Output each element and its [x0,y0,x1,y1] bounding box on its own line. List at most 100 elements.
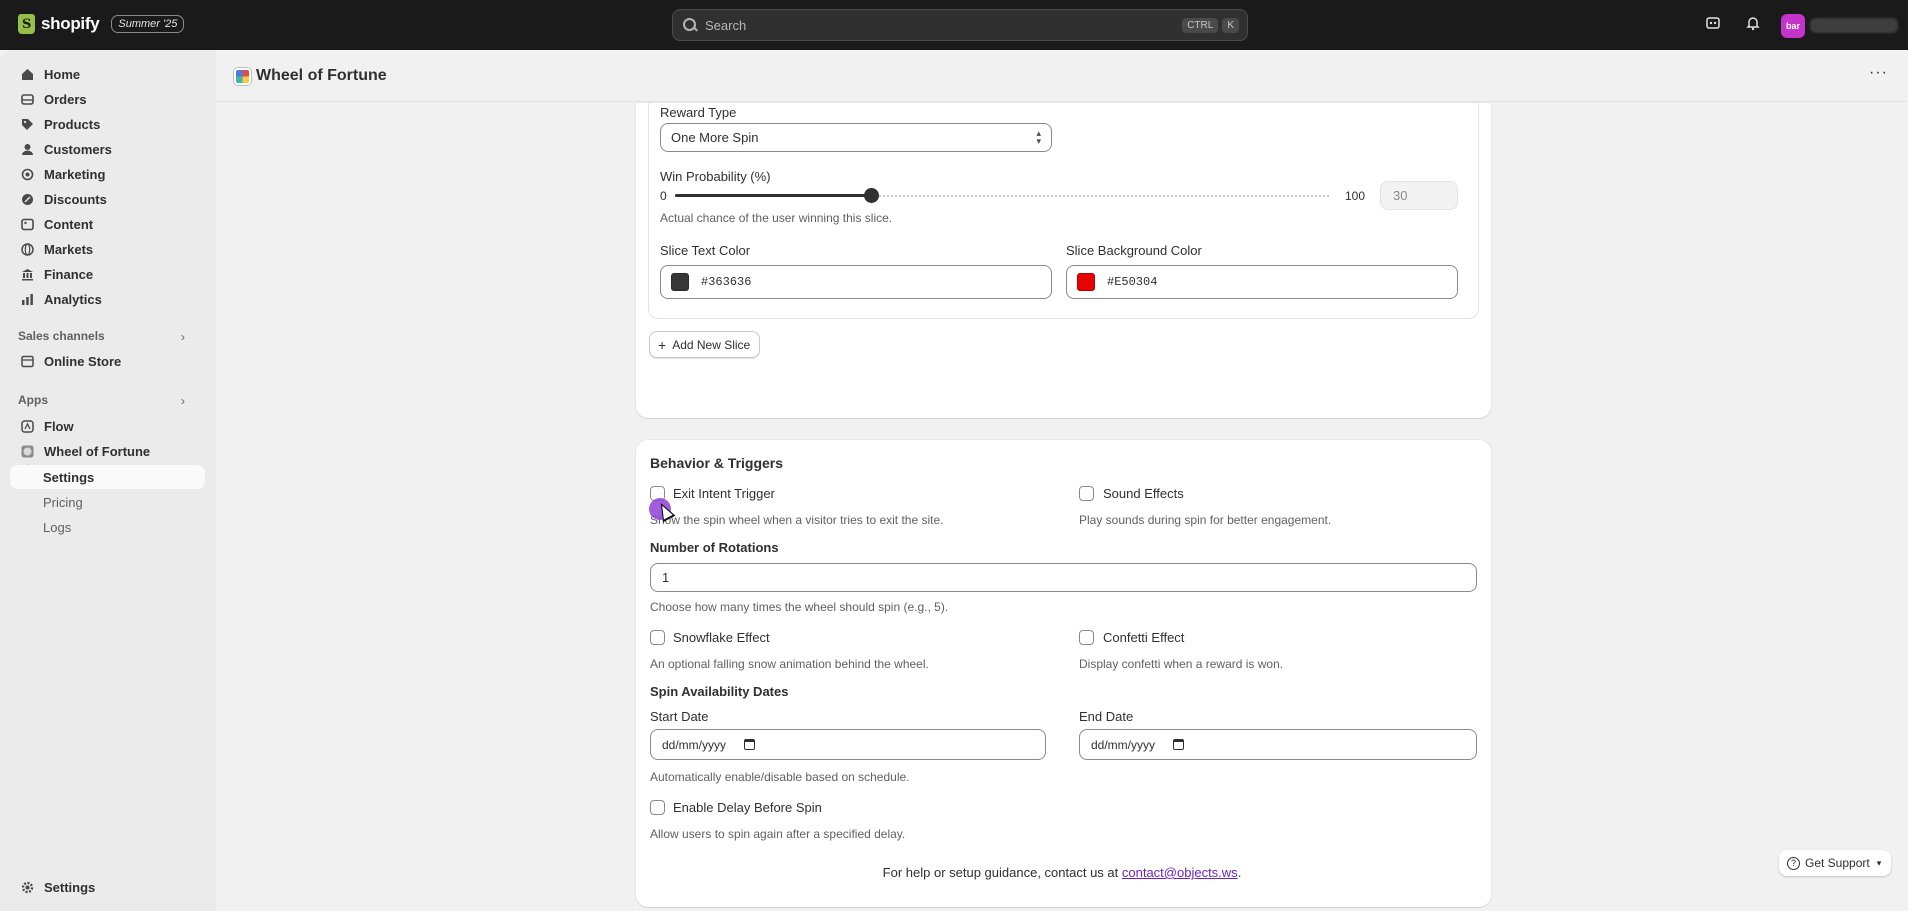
start-date-label: Start Date [650,709,709,724]
tag-icon [20,117,34,131]
nav-wheel-pricing[interactable]: Pricing [43,490,83,514]
wheel-app-icon [234,68,251,85]
nav-markets[interactable]: Markets [12,236,93,262]
win-probability-value[interactable]: 30 [1380,181,1458,210]
nav-wheel-settings[interactable]: Settings [10,465,205,489]
chevron-right-icon[interactable]: › [181,330,185,344]
nav-customers[interactable]: Customers [12,136,112,162]
end-date-label: End Date [1079,709,1134,724]
nav-label: Content [44,216,94,232]
exit-intent-label[interactable]: Exit Intent Trigger [673,486,775,501]
sound-effects-checkbox[interactable] [1079,486,1094,501]
nav-wheel-logs[interactable]: Logs [43,515,71,539]
search-bar[interactable]: Search CTRL K [672,9,1248,41]
delay-checkbox[interactable] [650,800,665,815]
bg-color-swatch[interactable] [1077,273,1095,291]
confetti-label[interactable]: Confetti Effect [1103,630,1184,645]
nav-flow[interactable]: Flow [12,413,74,439]
slice-editor: Reward Type One More Spin ▴ ▾ Win Probabi… [648,103,1479,319]
confetti-checkbox[interactable] [1079,630,1094,645]
nav-label: Wheel of Fortune [44,443,151,459]
snowflake-label[interactable]: Snowflake Effect [673,630,770,645]
sound-effects-label[interactable]: Sound Effects [1103,486,1184,501]
more-actions-icon[interactable]: ··· [1869,64,1888,82]
nav-online-store[interactable]: Online Store [12,348,121,374]
page-title: Wheel of Fortune [256,67,387,84]
bg-color-value: #E50304 [1107,275,1158,289]
behavior-content: Behavior & Triggers Exit Intent Trigger … [636,440,1491,857]
account-name-redacted[interactable] [1810,18,1898,33]
text-color-field[interactable]: #363636 [660,265,1052,299]
chevron-right-icon[interactable]: › [181,394,185,408]
slider-fill [675,194,872,197]
sidebar: Home Orders Products Customers Marketing… [0,50,216,911]
nav-label: Customers [44,141,112,157]
edition-badge[interactable]: Summer '25 [111,15,185,33]
rotations-help: Choose how many times the wheel should s… [650,600,949,614]
text-color-label: Slice Text Color [660,243,751,258]
reward-type-label: Reward Type [660,105,737,120]
bank-icon [20,267,34,281]
storefront-icon [20,354,34,368]
text-color-swatch[interactable] [671,273,689,291]
nav-label: Marketing [44,166,106,182]
add-new-slice-button[interactable]: + Add New Slice [649,331,761,358]
orders-icon [20,92,34,106]
sound-effects-help: Play sounds during spin for better engag… [1079,513,1332,527]
nav-analytics[interactable]: Analytics [12,286,102,312]
chart-icon [20,292,34,306]
bg-color-label: Slice Background Color [1066,243,1202,258]
dates-help: Automatically enable/disable based on sc… [650,770,910,784]
target-icon [20,167,34,181]
nav-content[interactable]: Content [12,211,93,237]
sales-channels-title[interactable]: Sales channels [18,329,105,343]
text-color-value: #363636 [701,275,752,289]
snowflake-help: An optional falling snow animation behin… [650,657,929,671]
calendar-icon[interactable] [1173,739,1185,750]
bg-color-field[interactable]: #E50304 [1066,265,1458,299]
plus-icon: + [658,336,667,353]
start-date-input[interactable]: dd/mm/yyyy [650,729,1046,760]
calendar-icon[interactable] [744,739,756,750]
win-probability-label: Win Probability (%) [660,169,771,184]
help-circle-icon: ? [1787,856,1800,870]
top-bar: shopify Summer '25 Search CTRL K bar [0,0,1908,50]
home-icon [20,67,34,81]
end-date-input[interactable]: dd/mm/yyyy [1079,729,1477,760]
start-date-placeholder: dd/mm/yyyy [662,737,727,752]
nav-home[interactable]: Home [12,61,80,87]
person-icon [20,142,34,156]
discount-icon [20,192,34,206]
chevron-down-icon: ▾ [1876,857,1882,868]
reward-type-select[interactable]: One More Spin ▴ ▾ [660,123,1052,152]
nav-marketing[interactable]: Marketing [12,161,105,187]
snowflake-checkbox[interactable] [650,630,665,645]
get-support-button[interactable]: ? Get Support ▾ [1779,850,1892,876]
rotations-input[interactable]: 1 [650,563,1477,592]
title-bar: Wheel of Fortune ··· [216,50,1908,102]
nav-discounts[interactable]: Discounts [12,186,107,212]
delay-label[interactable]: Enable Delay Before Spin [673,800,822,815]
footer-period: . [1237,865,1242,880]
slider-thumb[interactable] [864,188,880,203]
nav-wheel-of-fortune[interactable]: Wheel of Fortune [12,438,150,464]
contact-email-link[interactable]: contact@objects.ws [1122,865,1238,880]
content-icon [20,217,34,231]
gear-icon [20,880,34,894]
nav-label: Flow [44,418,74,434]
shopify-logo[interactable]: shopify Summer '25 [18,14,185,34]
store-icon[interactable] [1703,15,1723,35]
nav-settings[interactable]: Settings [12,874,95,900]
nav-label: Analytics [44,291,102,307]
nav-orders[interactable]: Orders [12,86,87,112]
nav-finance[interactable]: Finance [12,261,93,287]
wheel-app-icon [20,444,34,458]
bell-icon[interactable] [1743,15,1763,35]
nav-products[interactable]: Products [12,111,100,137]
slices-card: Reward Type One More Spin ▴ ▾ Win Probabi… [636,103,1491,418]
dates-title: Spin Availability Dates [650,684,789,699]
shopify-bag-icon [18,14,35,34]
apps-title[interactable]: Apps [18,393,48,407]
nav-label: Home [44,66,81,82]
avatar[interactable]: bar [1781,14,1805,38]
